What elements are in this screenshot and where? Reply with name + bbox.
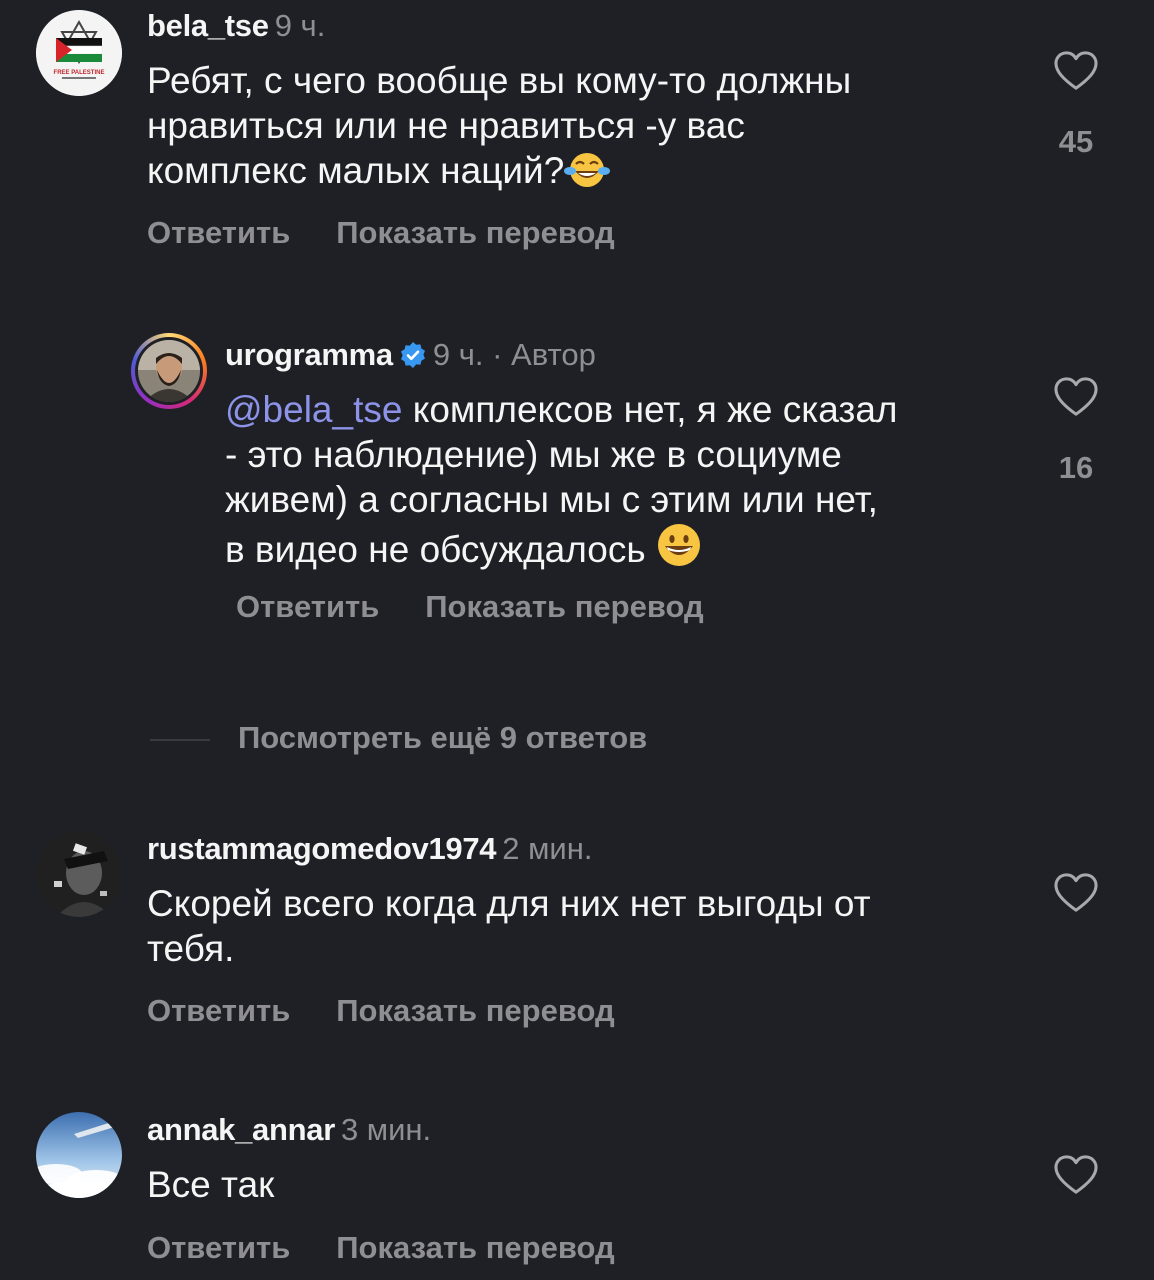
comment-line: Все так	[147, 1164, 275, 1205]
show-translation-button[interactable]: Показать перевод	[336, 1230, 614, 1265]
comment-annak-annar: annak_annar 3 мин. Все так Ответить Показа…	[0, 0, 1154, 1280]
username[interactable]: annak_annar	[147, 1112, 335, 1147]
like-button[interactable]	[1052, 1154, 1100, 1196]
avatar[interactable]	[36, 1112, 122, 1198]
comment-text: Все так	[147, 1162, 274, 1207]
comment-header: annak_annar 3 мин.	[147, 1114, 431, 1145]
comment-actions: Ответить Показать перевод	[147, 1232, 615, 1263]
reply-button[interactable]: Ответить	[147, 1230, 290, 1265]
timestamp: 3 мин.	[340, 1112, 432, 1147]
heart-icon	[1054, 1155, 1098, 1194]
sky-photo-icon	[36, 1112, 122, 1198]
